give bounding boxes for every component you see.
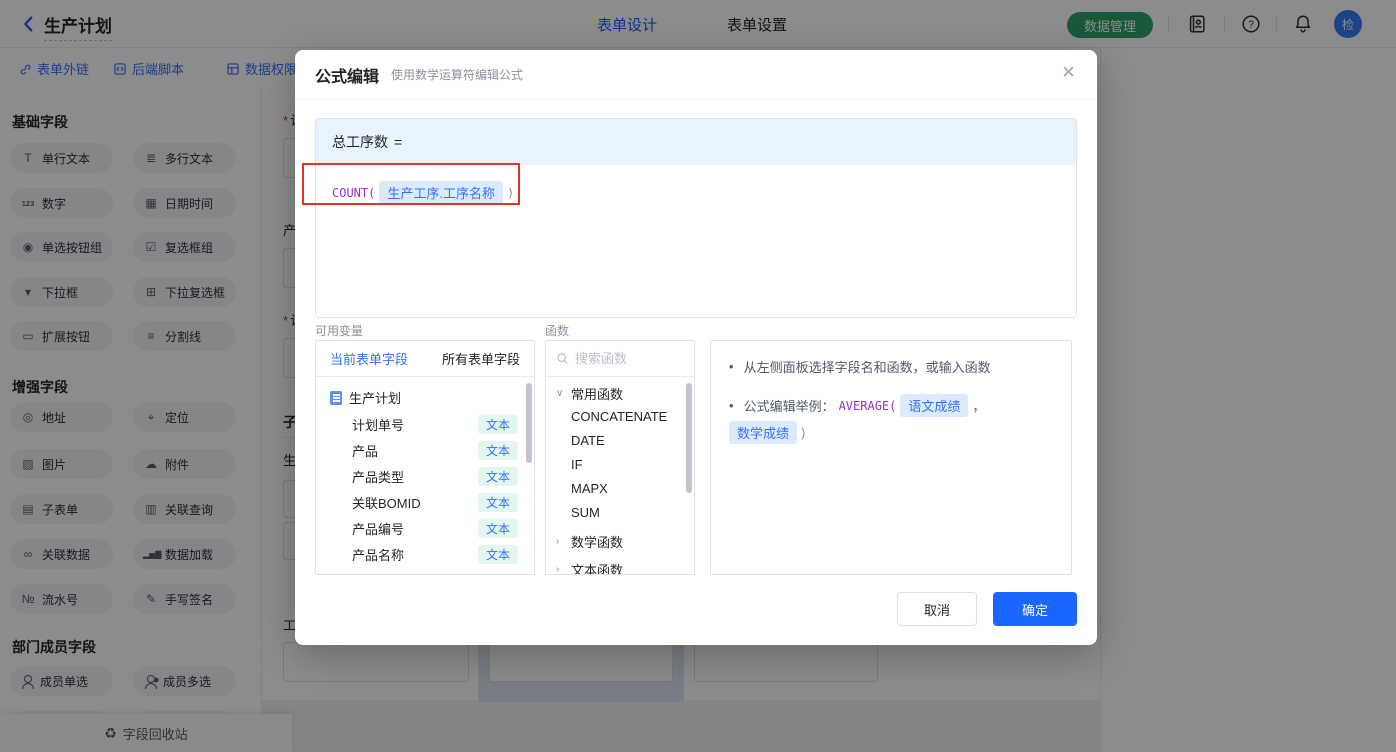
type-badge: 文本 xyxy=(477,466,518,486)
tip-line-1: 从左侧面板选择字段名和函数，或输入函数 xyxy=(729,357,1053,376)
variable-name: 产品类型 xyxy=(352,469,405,485)
group-label: 文本函数 xyxy=(571,562,624,575)
form-doc-icon xyxy=(330,390,342,405)
type-badge: 文本 xyxy=(477,414,518,434)
function-item-concatenate[interactable]: CONCATENATE xyxy=(546,405,694,429)
function-group-math[interactable]: › 数学函数 xyxy=(546,529,694,553)
type-badge: 文本 xyxy=(477,440,518,460)
tip-text: 从左侧面板选择字段名和函数，或输入函数 xyxy=(743,360,991,375)
variable-name: 产品名称 xyxy=(352,547,405,563)
formula-tips: 从左侧面板选择字段名和函数，或输入函数 公式编辑举例： AVERAGE( 语文成… xyxy=(710,340,1072,575)
modal-subtitle: 使用数学运算符编辑公式 xyxy=(391,68,524,82)
formula-target-bar: 总工序数 = xyxy=(316,119,1076,165)
variable-row[interactable]: 产品编号 文本 xyxy=(316,515,534,541)
tip-example-function: AVERAGE( xyxy=(838,398,897,413)
variable-row[interactable]: 产品名称 文本 xyxy=(316,541,534,567)
group-label: 常用函数 xyxy=(571,386,624,402)
variable-row[interactable]: 计划单号 文本 xyxy=(316,411,534,437)
modal-header: 公式编辑 使用数学运算符编辑公式 xyxy=(295,50,1097,100)
search-icon xyxy=(557,353,568,364)
tab-current-form-fields[interactable]: 当前表单字段 xyxy=(330,349,408,368)
variables-tree-root[interactable]: 生产计划 xyxy=(316,377,534,411)
type-badge: 文本 xyxy=(477,492,518,512)
formula-edit-modal: 公式编辑 使用数学运算符编辑公式 × 总工序数 = COUNT( 生产工序.工序… xyxy=(295,50,1097,645)
type-badge: 文本 xyxy=(477,518,518,538)
formula-editor[interactable]: 总工序数 = COUNT( 生产工序.工序名称 ) xyxy=(315,118,1077,318)
cancel-button[interactable]: 取消 xyxy=(897,592,977,626)
confirm-button[interactable]: 确定 xyxy=(993,592,1077,626)
functions-panel: ∨ 常用函数 CONCATENATE DATE IF MAPX SUM › 数学… xyxy=(545,340,695,575)
tip-example-chip: 语文成绩 xyxy=(900,394,969,417)
tab-all-form-fields[interactable]: 所有表单字段 xyxy=(442,349,520,368)
variable-name: 关联BOMID xyxy=(352,495,421,511)
functions-label: 函数 xyxy=(545,324,570,338)
function-group-common[interactable]: ∨ 常用函数 xyxy=(546,381,694,405)
annotation-highlight-box xyxy=(302,163,520,205)
type-badge: 文本 xyxy=(477,544,518,564)
chevron-down-icon: ∨ xyxy=(556,387,564,399)
function-item-date[interactable]: DATE xyxy=(546,429,694,453)
chevron-right-icon: › xyxy=(556,563,560,575)
close-icon[interactable]: × xyxy=(1062,61,1075,83)
tip-close-paren: ) xyxy=(801,425,806,440)
formula-target-name: 总工序数 xyxy=(332,134,388,150)
variable-name: 计划单号 xyxy=(352,417,405,433)
variable-name: 产品 xyxy=(352,443,379,459)
variable-row[interactable]: 产品类型 文本 xyxy=(316,463,534,489)
function-search[interactable] xyxy=(546,341,694,377)
tree-root-label: 生产计划 xyxy=(349,391,402,406)
function-search-input[interactable] xyxy=(575,351,675,366)
app-root: 生产计划 表单设计 表单设置 数据管理 ? 检 表单外链 后端脚本 数据权限 基… xyxy=(0,0,1396,752)
variables-label: 可用变量 xyxy=(315,324,364,338)
tip-comma: ， xyxy=(972,399,986,414)
variables-panel: 当前表单字段 所有表单字段 生产计划 计划单号 文本 产品 文本 产品类型 文本 关联… xyxy=(315,340,535,575)
variables-scrollbar[interactable] xyxy=(526,383,532,463)
tip-example-chip: 数学成绩 xyxy=(729,421,798,444)
variable-row[interactable]: 关联BOMID 文本 xyxy=(316,489,534,515)
function-item-mapx[interactable]: MAPX xyxy=(546,477,694,501)
tip-line-2: 公式编辑举例： AVERAGE( 语文成绩 ， 数学成绩 ) xyxy=(729,394,1053,444)
function-item-if[interactable]: IF xyxy=(546,453,694,477)
equals-sign: = xyxy=(394,134,403,150)
functions-scrollbar[interactable] xyxy=(686,383,692,493)
chevron-right-icon: › xyxy=(556,535,560,547)
function-group-text[interactable]: › 文本函数 xyxy=(546,557,694,575)
variables-tabs: 当前表单字段 所有表单字段 xyxy=(316,341,534,377)
group-label: 数学函数 xyxy=(571,534,624,550)
variable-row[interactable]: 产品 文本 xyxy=(316,437,534,463)
modal-title: 公式编辑 xyxy=(315,68,380,86)
function-item-sum[interactable]: SUM xyxy=(546,501,694,525)
variable-name: 产品编号 xyxy=(352,521,405,537)
tip-example-prefix: 公式编辑举例： xyxy=(743,399,835,414)
